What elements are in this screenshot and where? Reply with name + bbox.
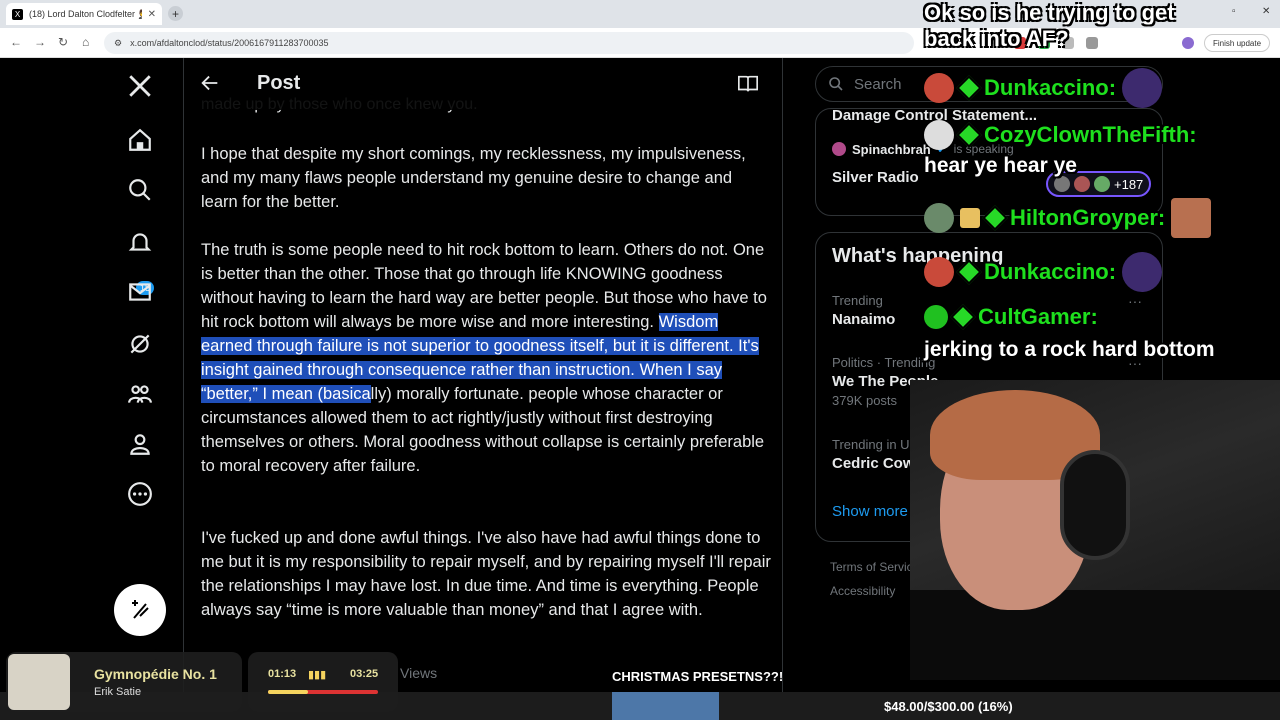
chat-username: CozyClownTheFifth: (984, 122, 1197, 147)
more-options-icon[interactable] (126, 480, 154, 508)
ticker-text: CHRISTMAS PRESETNS??! (612, 669, 784, 684)
search-icon (829, 77, 843, 91)
song-artist: Erik Satie (94, 686, 142, 698)
chat-line: Dunkaccino: (924, 252, 1163, 292)
site-info-icon[interactable]: ⚙ (114, 38, 122, 49)
notifications-bell-icon[interactable] (126, 228, 154, 256)
listener-avatar (1054, 176, 1070, 192)
explore-search-icon[interactable] (126, 176, 154, 204)
emote-icon (1171, 198, 1212, 238)
webcam-feed (910, 380, 1280, 680)
forward-icon[interactable]: → (34, 35, 46, 49)
communities-icon[interactable] (126, 380, 154, 408)
left-navigation: 18 (0, 58, 184, 720)
reader-mode-icon[interactable] (737, 74, 759, 99)
webcam-shirt (910, 590, 1280, 680)
x-favicon-icon: X (12, 8, 23, 20)
post-header: Post (185, 58, 782, 110)
chat-username: Dunkaccino: (984, 75, 1117, 100)
home-icon[interactable]: ⌂ (82, 35, 89, 49)
x-logo-icon[interactable] (126, 72, 154, 100)
back-icon[interactable]: ← (10, 35, 22, 49)
user-badge-icon (924, 257, 954, 287)
sub-badge-icon (950, 304, 976, 330)
profile-icon[interactable] (126, 430, 154, 458)
now-playing-widget: Gymnopédie No. 1 Erik Satie (6, 652, 242, 712)
chat-line: HiltonGroyper: (924, 198, 1212, 238)
equalizer-icon: ▮▮▮ (308, 669, 327, 681)
song-title: Gymnopédie No. 1 (94, 666, 217, 682)
show-more-link[interactable]: Show more (832, 503, 908, 520)
page-title: Post (257, 72, 301, 94)
reload-icon[interactable]: ↻ (58, 35, 68, 49)
tab-title: (18) Lord Dalton Clodfelter 🤵 o (29, 8, 142, 19)
time-total: 03:25 (350, 668, 379, 680)
views-label: Views (400, 665, 438, 681)
user-badge-icon (924, 73, 954, 103)
compose-post-button[interactable] (114, 584, 166, 636)
emote-icon (1122, 252, 1163, 292)
chat-top-message: Ok so is he trying to get back into AF? (924, 0, 1175, 51)
post-column: Post made up by those who once knew you.… (185, 58, 783, 720)
chat-line: CozyClownTheFifth: (924, 120, 1197, 150)
headset-icon (1060, 450, 1130, 560)
sub-badge-icon (956, 259, 982, 285)
song-progress-fill (268, 690, 308, 694)
close-window-icon[interactable]: ✕ (1262, 6, 1270, 17)
terms-link[interactable]: Terms of Service (830, 560, 919, 574)
donation-goal-text: $48.00/$300.00 (16%) (884, 699, 1013, 714)
chat-username: HiltonGroyper: (1010, 205, 1166, 230)
messages-envelope-icon[interactable] (126, 278, 154, 306)
space-title: Silver Radio (832, 169, 919, 186)
chat-message: jerking to a rock hard bottom (924, 338, 1215, 361)
chat-line: CultGamer: (924, 304, 1098, 330)
browser-tab[interactable]: X (18) Lord Dalton Clodfelter 🤵 o ✕ (6, 3, 162, 25)
listener-avatar (1074, 176, 1090, 192)
post-paragraph: I've fucked up and done awful things. I'… (201, 529, 771, 619)
chat-username: Dunkaccino: (984, 259, 1117, 284)
listener-count: +187 (1114, 176, 1144, 192)
minimize-icon[interactable]: ▫ (1232, 6, 1236, 17)
feather-plus-icon (132, 600, 149, 619)
host-avatar (832, 142, 846, 156)
new-tab-button[interactable]: + (168, 6, 183, 21)
more-icon[interactable]: ··· (1128, 293, 1142, 309)
sub-badge-icon (956, 75, 982, 101)
song-progress-widget: 01:13 ▮▮▮ 03:25 (248, 652, 398, 712)
chat-username: CultGamer: (978, 304, 1098, 329)
host-name: Spinachbrah (852, 141, 931, 157)
post-paragraph: I hope that despite my short comings, my… (201, 145, 746, 211)
post-paragraph: The truth is some people need to hit roc… (201, 238, 773, 478)
grok-icon[interactable] (126, 330, 154, 358)
url-field[interactable]: ⚙ x.com/afdaltonclod/status/200616791128… (104, 32, 914, 54)
search-placeholder: Search (854, 75, 902, 93)
time-elapsed: 01:13 (268, 668, 297, 680)
home-icon[interactable] (126, 126, 154, 154)
user-badge-icon (924, 120, 954, 150)
album-art (8, 654, 70, 710)
goal-progress-fill (612, 692, 719, 720)
gift-icon (960, 208, 980, 228)
user-badge-icon (924, 305, 948, 329)
sub-badge-icon (956, 122, 982, 148)
accessibility-link[interactable]: Accessibility (830, 584, 895, 598)
url-text: x.com/afdaltonclod/status/20061679112837… (130, 38, 329, 48)
emote-icon (1122, 68, 1163, 108)
user-badge-icon (924, 203, 954, 233)
chat-line: Dunkaccino: (924, 68, 1163, 108)
sub-badge-icon (982, 205, 1008, 231)
chat-message: hear ye hear ye (924, 154, 1077, 177)
back-arrow-icon[interactable] (199, 72, 221, 99)
listener-avatar (1094, 176, 1110, 192)
tab-close-icon[interactable]: ✕ (148, 9, 156, 20)
